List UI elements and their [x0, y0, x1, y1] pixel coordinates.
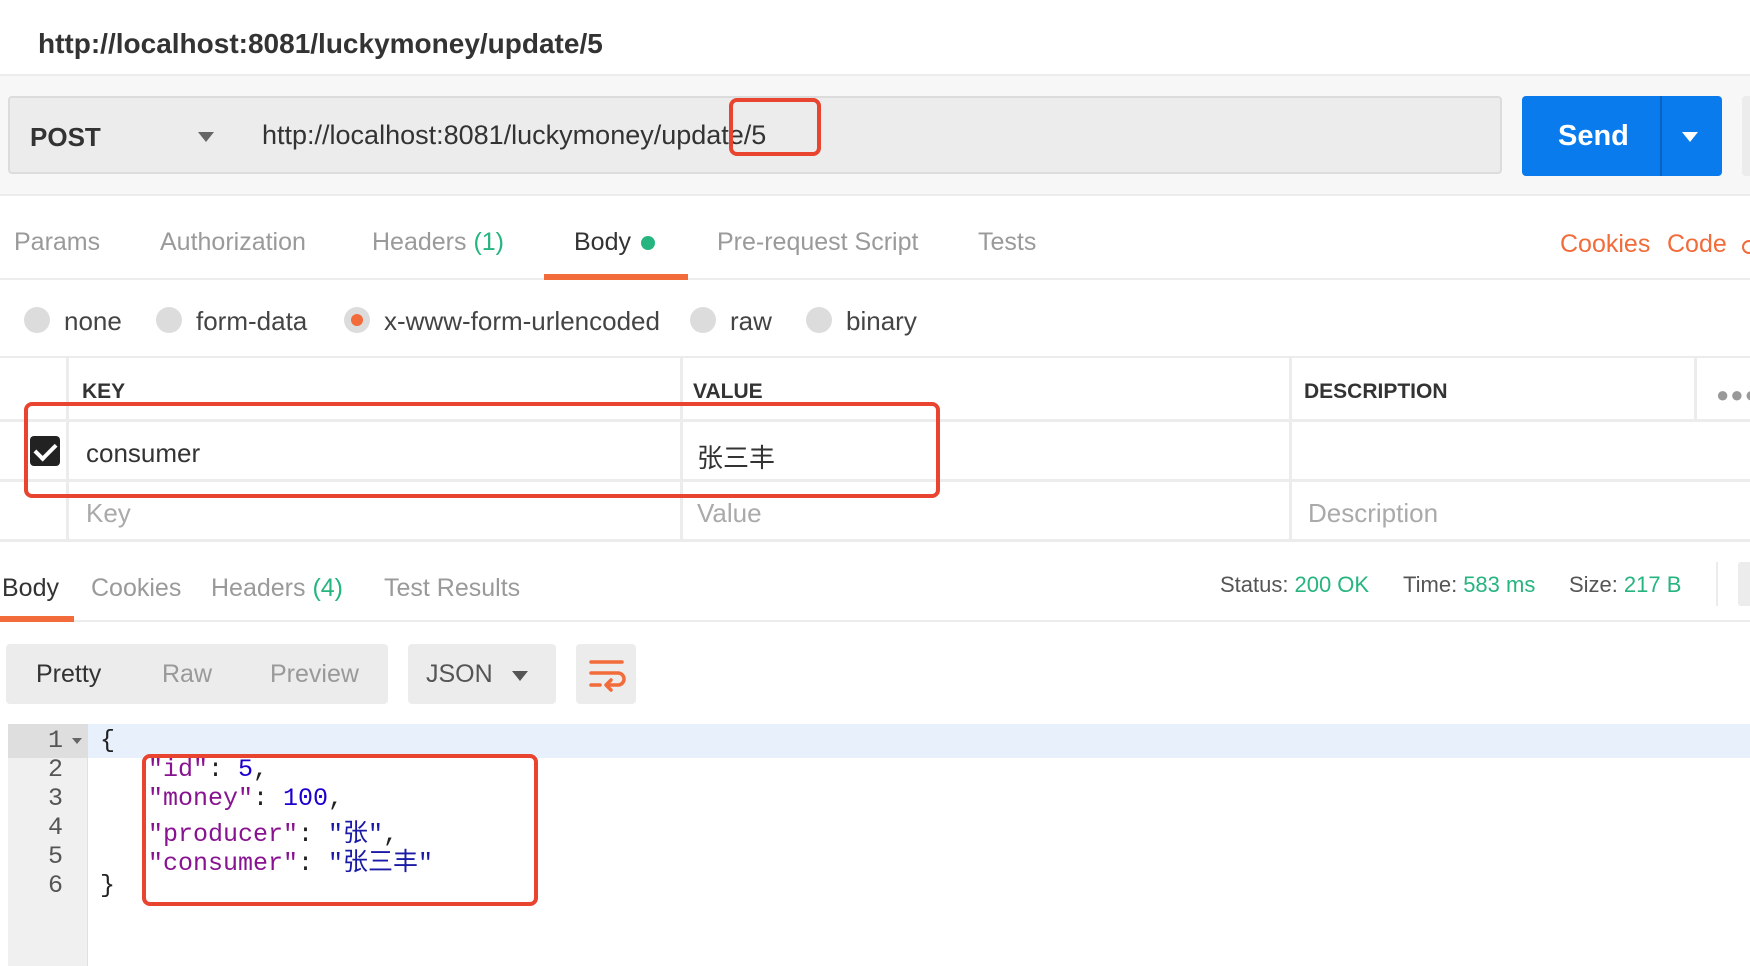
code-link[interactable]: Code [1667, 230, 1727, 259]
meta-divider [1716, 562, 1718, 606]
new-key-input[interactable]: Key [86, 498, 131, 529]
radio-circle-icon [690, 307, 716, 334]
response-tab-body[interactable]: Body [2, 574, 59, 603]
save-button-partial[interactable] [1742, 96, 1750, 176]
send-divider [1660, 96, 1662, 176]
fold-caret-icon[interactable] [72, 738, 82, 744]
tab-tests[interactable]: Tests [978, 228, 1036, 257]
cookies-link[interactable]: Cookies [1560, 230, 1650, 259]
new-description-input[interactable]: Description [1308, 498, 1438, 529]
code-line: "money": 100, [148, 784, 344, 813]
tab-pre-request-script[interactable]: Pre-request Script [717, 228, 918, 257]
time-readout: Time: 583 ms [1403, 572, 1536, 597]
url-input[interactable]: http://localhost:8081/luckymoney/update/… [238, 96, 1502, 174]
radio-form-data[interactable]: form-data [156, 306, 307, 337]
radio-raw[interactable]: raw [690, 306, 772, 337]
more-options-icon[interactable]: ●●● [1716, 382, 1750, 408]
json-key: "id" [148, 755, 209, 784]
language-select[interactable]: JSON [408, 644, 556, 704]
row-key-input[interactable]: consumer [86, 438, 200, 469]
column-divider [1289, 358, 1292, 542]
send-label: Send [1558, 120, 1629, 152]
radio-circle-icon [24, 307, 50, 334]
request-row: POST http://localhost:8081/luckymoney/up… [0, 76, 1750, 196]
radio-circle-icon [156, 307, 182, 334]
header-key: KEY [82, 380, 126, 403]
code-line: "id": 5, [148, 755, 269, 784]
tab-body[interactable]: Body [574, 228, 655, 257]
table-row [0, 422, 1750, 482]
column-divider [680, 358, 683, 542]
tab-authorization[interactable]: Authorization [160, 228, 306, 257]
line-number: 5 [48, 842, 64, 871]
language-label: JSON [426, 660, 493, 688]
mode-raw[interactable]: Raw [162, 660, 212, 689]
line-number: 1 [48, 726, 64, 755]
info-icon[interactable] [1742, 240, 1750, 254]
url-text: http://localhost:8081/luckymoney/update/… [262, 120, 767, 150]
column-divider [1694, 358, 1697, 420]
json-key: "money" [148, 784, 254, 813]
response-tab-cookies[interactable]: Cookies [91, 574, 181, 603]
response-tab-test-results[interactable]: Test Results [384, 574, 520, 603]
request-tabs: Params Authorization Headers (1) Body Pr… [0, 196, 1750, 280]
headers-count: (1) [473, 228, 505, 256]
method-select[interactable]: POST [8, 96, 240, 174]
radio-binary[interactable]: binary [806, 306, 917, 337]
json-value: 100 [283, 784, 329, 813]
radio-none[interactable]: none [24, 306, 122, 337]
radio-circle-icon [806, 307, 832, 334]
json-key: "consumer" [148, 849, 299, 878]
mode-pretty[interactable]: Pretty [36, 660, 101, 689]
response-bar: Body Cookies Headers (4) Test Results St… [0, 542, 1750, 622]
code-line: "consumer": "张三丰" [148, 849, 434, 878]
method-label: POST [30, 122, 101, 152]
response-tab-headers[interactable]: Headers (4) [211, 574, 343, 603]
table-row-empty [0, 482, 1750, 542]
column-divider [66, 358, 69, 542]
send-button[interactable]: Send [1522, 96, 1722, 176]
body-type-radios: none form-data x-www-form-urlencoded raw… [0, 280, 1750, 356]
json-value: "张三丰" [328, 849, 434, 878]
header-value: VALUE [693, 380, 763, 403]
json-value: 5 [238, 755, 254, 784]
row-enabled-checkbox[interactable] [30, 436, 60, 466]
radio-x-www-form-urlencoded[interactable]: x-www-form-urlencoded [344, 306, 660, 337]
active-line-highlight [88, 724, 1750, 758]
status-readout: Status: 200 OK [1220, 572, 1370, 597]
chevron-down-icon [198, 132, 214, 142]
status-value: 200 OK [1294, 572, 1370, 597]
wrap-lines-icon [589, 660, 626, 692]
line-number: 6 [48, 871, 64, 900]
save-response-button-partial[interactable] [1738, 562, 1750, 606]
tab-params[interactable]: Params [14, 228, 100, 257]
kv-table: KEY VALUE DESCRIPTION ●●● consumer 张三丰 K… [0, 356, 1750, 542]
format-bar: Pretty Raw Preview JSON [0, 622, 1750, 718]
line-number: 3 [48, 784, 64, 813]
chevron-down-icon [512, 671, 528, 681]
new-value-input[interactable]: Value [697, 498, 762, 529]
response-headers-count: (4) [312, 574, 344, 602]
response-body-viewer[interactable]: 1 2 3 4 5 6 { "id": 5, "money": 100, "pr… [8, 724, 1750, 966]
body-status-dot-icon [640, 236, 655, 251]
line-number: 2 [48, 755, 64, 784]
code-line: } [100, 871, 116, 900]
line-number: 4 [48, 813, 64, 842]
row-value-input[interactable]: 张三丰 [697, 438, 775, 475]
size-readout: Size: 217 B [1569, 572, 1682, 597]
request-title: http://localhost:8081/luckymoney/update/… [38, 28, 603, 59]
mode-preview[interactable]: Preview [270, 660, 359, 689]
radio-selected-icon [344, 307, 370, 334]
view-mode-segment: Pretty Raw Preview [6, 644, 388, 704]
wrap-lines-button[interactable] [576, 644, 636, 704]
code-line: { [100, 726, 116, 755]
header-description: DESCRIPTION [1304, 380, 1448, 403]
time-value: 583 ms [1463, 572, 1536, 597]
tab-headers[interactable]: Headers (1) [372, 228, 504, 257]
size-value: 217 B [1623, 572, 1682, 597]
request-title-bar: http://localhost:8081/luckymoney/update/… [0, 0, 1750, 76]
send-options-chevron-icon[interactable] [1682, 132, 1698, 142]
kv-header-row [0, 358, 1750, 422]
